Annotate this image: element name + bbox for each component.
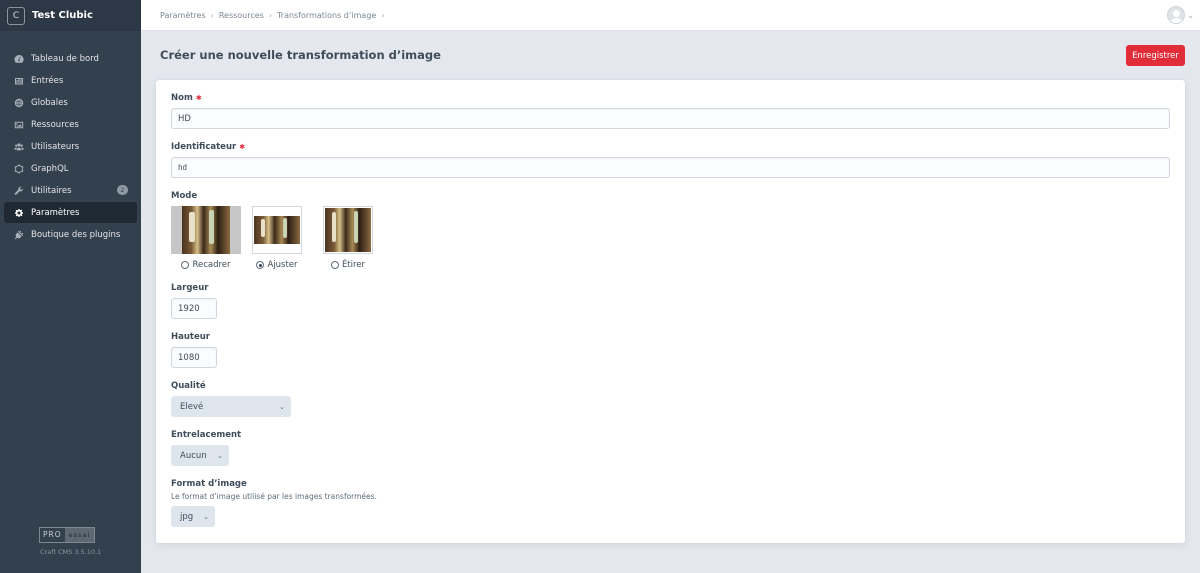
edition-status: essai [64,528,95,542]
mode-label: Mode [171,191,198,201]
format-instructions: Le format d’image utilisé par les images… [171,492,377,501]
interlace-label: Entrelacement [171,430,242,440]
quality-field: Qualité Elevé ⌄ [171,381,291,417]
sidebar-item-label: Ressources [31,119,79,130]
site-name: Test Clubic [32,10,93,21]
width-input[interactable] [171,298,217,319]
fit-radio[interactable]: Ajuster [256,260,298,270]
gauge-icon [13,53,24,64]
sidebar-item-label: Utilitaires [31,185,72,196]
chevron-down-icon: ⌄ [203,512,209,521]
breadcrumb: Paramètres › Ressources › Transformation… [160,11,390,20]
format-select[interactable]: jpg ⌄ [171,506,215,527]
top-bar: Paramètres › Ressources › Transformation… [141,0,1200,31]
width-label: Largeur [171,283,209,293]
transform-form: Nom✱ Identificateur✱ Mode Recadrer [156,80,1185,543]
mode-option-stretch[interactable]: Étirer [323,206,373,270]
radio-button-icon [181,261,190,269]
mode-options: Recadrer Ajuster Étirer [171,206,373,270]
sidebar-item-assets[interactable]: Ressources [4,114,137,135]
breadcrumb-assets[interactable]: Ressources [219,11,264,20]
height-field: Hauteur [171,332,217,368]
users-icon [13,141,24,152]
height-label: Hauteur [171,332,210,342]
stretch-preview-image [323,206,373,254]
required-indicator: ✱ [195,94,202,102]
chevron-right-icon: › [268,10,273,20]
edition-badge[interactable]: PRO essai [39,527,96,543]
avatar [1167,6,1186,24]
crop-radio-label: Recadrer [192,260,231,270]
main-nav: Tableau de bord Entrées Globales Ressour… [0,48,141,245]
sidebar: C Test Clubic Tableau de bord Entrées Gl… [0,0,141,573]
breadcrumb-image-transforms[interactable]: Transformations d’image [277,11,376,20]
image-icon [13,119,24,130]
sidebar-item-settings[interactable]: Paramètres [4,202,137,223]
stretch-radio-label: Étirer [341,260,366,270]
sidebar-item-plugin-store[interactable]: Boutique des plugins [4,224,137,245]
sidebar-item-label: Entrées [31,75,64,86]
utilities-badge: 2 [117,185,128,195]
mode-label-wrap: Mode [171,191,197,201]
edition-name: PRO [40,528,65,542]
handle-field: Identificateur ✱ [171,142,1170,178]
required-indicator: ✱ [239,143,246,151]
radio-button-icon [330,261,339,269]
width-field: Largeur [171,283,217,319]
fit-preview-image [252,206,302,254]
sidebar-item-label: Paramètres [31,207,80,218]
name-input[interactable] [171,108,1170,129]
crop-radio[interactable]: Recadrer [181,260,231,270]
chevron-right-icon: › [381,10,385,20]
handle-input[interactable] [171,157,1170,178]
radio-button-checked-icon [256,261,265,269]
mode-option-fit[interactable]: Ajuster [252,206,302,270]
user-menu[interactable]: ⌄ [1167,6,1194,24]
mode-option-crop[interactable]: Recadrer [171,206,241,270]
height-input[interactable] [171,347,217,368]
fit-radio-label: Ajuster [267,260,298,270]
globe-icon [13,97,24,108]
chevron-down-icon: ⌄ [217,451,223,460]
sidebar-item-label: Globales [31,97,68,108]
crop-preview-image [171,206,241,254]
sidebar-item-label: Boutique des plugins [31,229,121,240]
chevron-down-icon: ⌄ [1187,10,1194,20]
sidebar-item-graphql[interactable]: GraphQL [4,158,137,179]
chevron-down-icon: ⌄ [279,402,285,411]
format-label: Format d’image [171,479,247,489]
name-label: Nom ✱ [171,93,202,103]
site-logo-icon: C [7,6,25,25]
format-field: Format d’image Le format d’image utilisé… [171,479,377,527]
quality-select[interactable]: Elevé ⌄ [171,396,291,417]
newspaper-icon [13,75,24,86]
quality-select-value: Elevé [180,401,204,412]
graphql-icon [13,163,24,174]
sidebar-item-label: GraphQL [31,163,69,174]
sidebar-item-utilities[interactable]: Utilitaires 2 [4,180,137,201]
gear-icon [13,207,24,218]
plug-icon [13,229,24,240]
interlace-select-value: Aucun [180,450,207,461]
interlace-select[interactable]: Aucun ⌄ [171,445,229,466]
sidebar-item-globals[interactable]: Globales [4,92,137,113]
wrench-icon [13,185,24,196]
interlace-field: Entrelacement Aucun ⌄ [171,430,241,466]
sidebar-item-dashboard[interactable]: Tableau de bord [4,48,137,69]
sidebar-item-entries[interactable]: Entrées [4,70,137,91]
breadcrumb-settings[interactable]: Paramètres [160,11,206,20]
save-button[interactable]: Enregistrer [1126,45,1185,66]
sidebar-item-users[interactable]: Utilisateurs [4,136,137,157]
app-version: Craft CMS 3.5.10.1 [40,548,102,556]
chevron-right-icon: › [210,10,214,20]
sidebar-item-label: Tableau de bord [31,53,99,64]
site-brand[interactable]: C Test Clubic [0,0,141,31]
quality-label: Qualité [171,381,206,391]
name-field: Nom ✱ [171,93,1170,129]
handle-label: Identificateur ✱ [171,142,246,152]
stretch-radio[interactable]: Étirer [330,260,366,270]
format-select-value: jpg [180,511,194,522]
sidebar-item-label: Utilisateurs [31,141,80,152]
page-title: Créer une nouvelle transformation d’imag… [160,48,441,62]
